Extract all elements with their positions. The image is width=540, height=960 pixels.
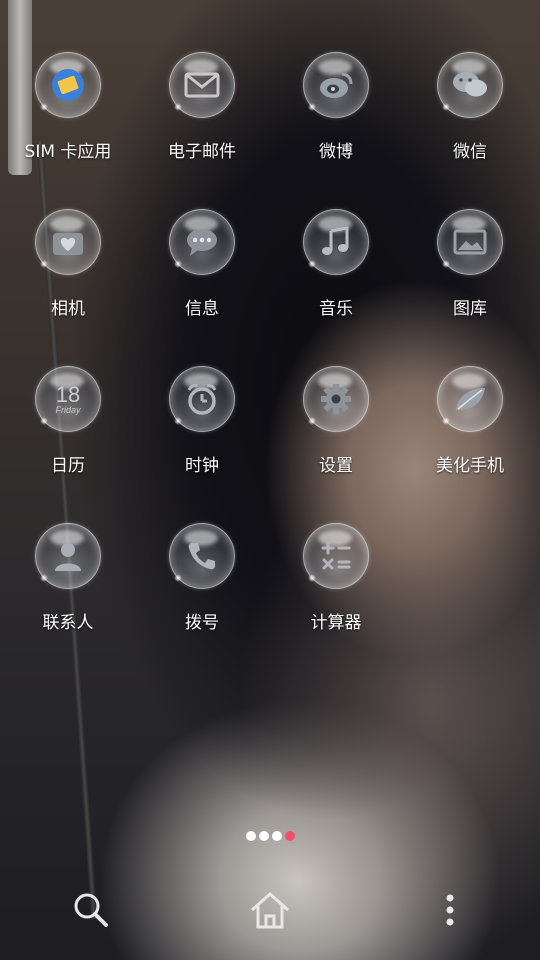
app-label-calculator: 计算器: [310, 613, 362, 633]
page-dot-active[interactable]: [285, 831, 295, 841]
app-label-gallery: 图库: [453, 299, 487, 319]
calendar-day: 18: [55, 381, 81, 407]
app-label-weibo: 微博: [319, 142, 353, 162]
app-calculator[interactable]: 计算器: [269, 519, 403, 676]
search-button[interactable]: [66, 880, 116, 940]
app-label-wechat: 微信: [453, 142, 487, 162]
sim-card-icon: [35, 52, 101, 118]
calculator-icon: [303, 523, 369, 589]
app-music[interactable]: 音乐: [269, 205, 403, 362]
calendar-icon: 18 Friday: [35, 366, 101, 432]
app-label-contacts: 联系人: [42, 613, 94, 633]
app-label-clock: 时钟: [185, 456, 219, 476]
app-label-music: 音乐: [319, 299, 353, 319]
app-label-messages: 信息: [185, 299, 219, 319]
more-vertical-icon: [446, 894, 454, 926]
app-wechat[interactable]: 微信: [403, 48, 537, 205]
app-theme[interactable]: 美化手机: [403, 362, 537, 519]
app-label-calendar: 日历: [51, 456, 85, 476]
app-settings[interactable]: 设置: [269, 362, 403, 519]
search-icon: [74, 893, 108, 927]
home-button[interactable]: [245, 880, 295, 940]
gallery-icon: [437, 209, 503, 275]
app-grid: SIM 卡应用 电子邮件 微博 微信 相机 信息 音乐 图库 18 Friday…: [0, 48, 540, 676]
contact-person-icon: [35, 523, 101, 589]
page-indicator: [246, 831, 295, 841]
dock-bar: [0, 880, 540, 950]
message-icon: [169, 209, 235, 275]
page-dot[interactable]: [246, 831, 256, 841]
theme-leaf-icon: [437, 366, 503, 432]
app-camera[interactable]: 相机: [1, 205, 135, 362]
camera-icon: [35, 209, 101, 275]
app-clock[interactable]: 时钟: [135, 362, 269, 519]
wechat-icon: [437, 52, 503, 118]
app-gallery[interactable]: 图库: [403, 205, 537, 362]
app-weibo[interactable]: 微博: [269, 48, 403, 205]
home-icon: [251, 892, 289, 929]
app-label-sim: SIM 卡应用: [24, 142, 112, 162]
app-label-dialer: 拨号: [185, 613, 219, 633]
app-messages[interactable]: 信息: [135, 205, 269, 362]
weibo-icon: [303, 52, 369, 118]
app-label-email: 电子邮件: [168, 142, 236, 162]
calendar-weekday: Friday: [55, 404, 81, 415]
app-label-camera: 相机: [51, 299, 85, 319]
music-note-icon: [303, 209, 369, 275]
menu-button[interactable]: [430, 880, 470, 940]
app-label-theme: 美化手机: [436, 456, 504, 476]
alarm-clock-icon: [169, 366, 235, 432]
mail-icon: [169, 52, 235, 118]
app-email[interactable]: 电子邮件: [135, 48, 269, 205]
app-sim[interactable]: SIM 卡应用: [1, 48, 135, 205]
page-dot[interactable]: [272, 831, 282, 841]
app-dialer[interactable]: 拨号: [135, 519, 269, 676]
phone-icon: [169, 523, 235, 589]
app-contacts[interactable]: 联系人: [1, 519, 135, 676]
page-dot[interactable]: [259, 831, 269, 841]
gear-icon: [303, 366, 369, 432]
app-calendar[interactable]: 18 Friday 日历: [1, 362, 135, 519]
app-label-settings: 设置: [319, 456, 353, 476]
